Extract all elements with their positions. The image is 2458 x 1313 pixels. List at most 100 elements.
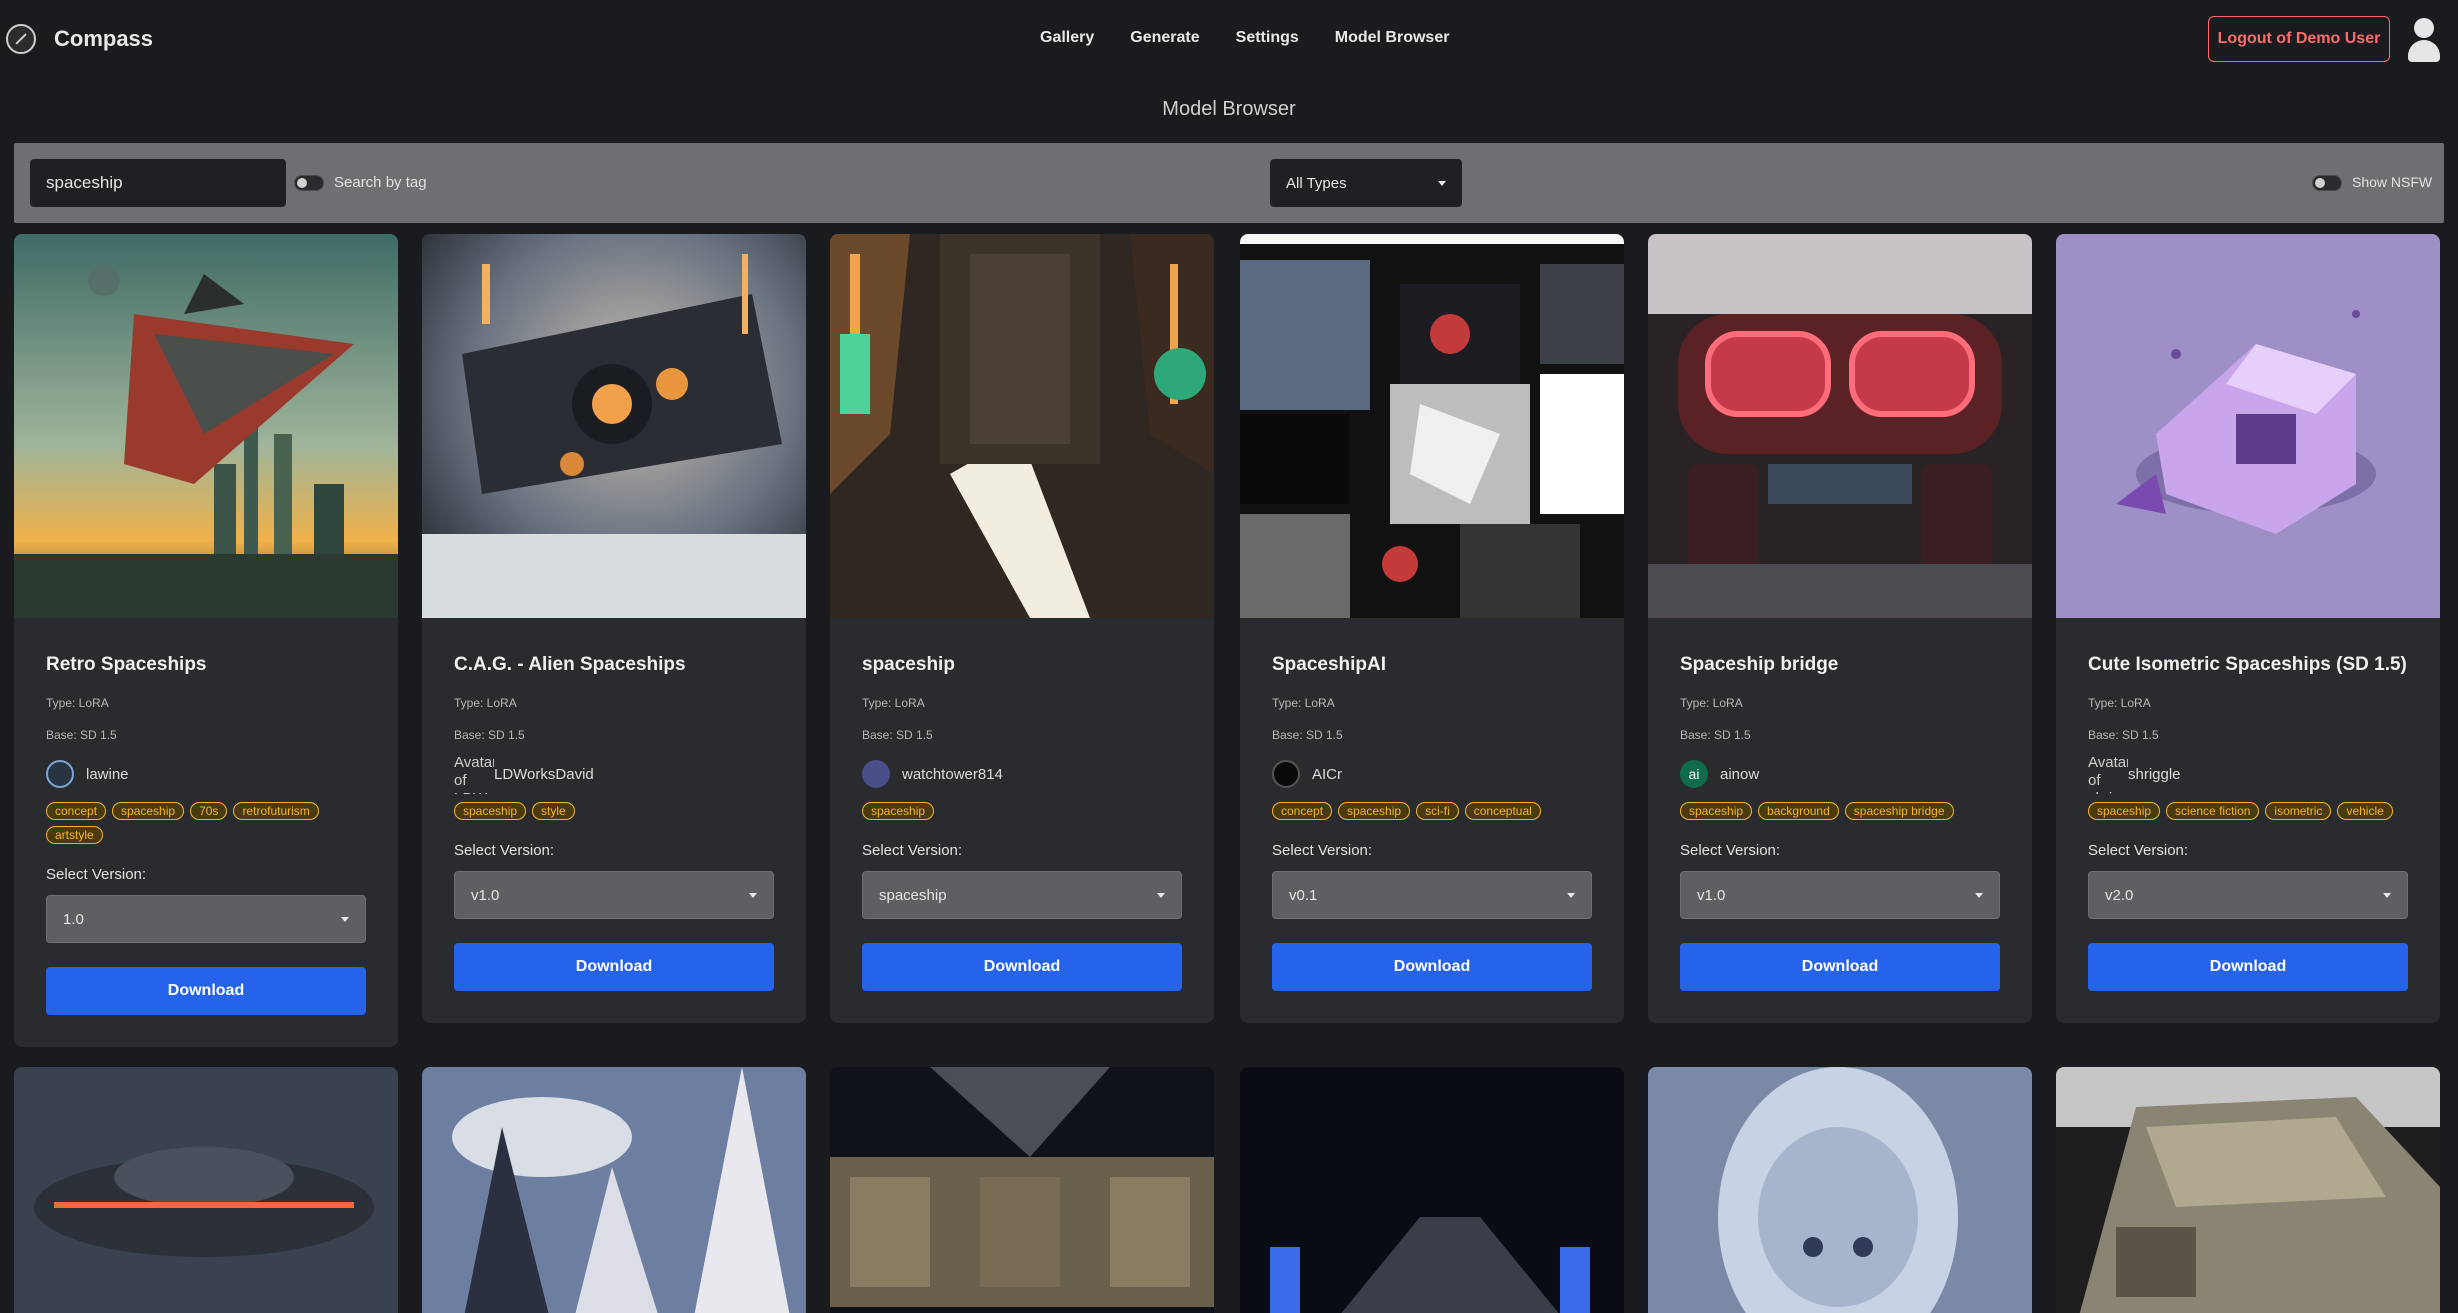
nav-model-browser[interactable]: Model Browser: [1335, 29, 1450, 47]
tag[interactable]: spaceship: [112, 802, 185, 820]
model-preview-image[interactable]: [830, 1067, 1214, 1313]
creator[interactable]: watchtower814: [862, 760, 1182, 788]
creator-name: LDWorksDavid: [494, 765, 594, 783]
creator-avatar: [862, 760, 890, 788]
model-card: C.A.G. - Alien Spaceships Type: LoRA Bas…: [422, 234, 806, 1023]
download-button[interactable]: Download: [1272, 943, 1592, 991]
creator-avatar-fallback: Avatar of LDWorksDavid: [454, 754, 494, 794]
tag[interactable]: isometric: [2265, 802, 2332, 820]
model-preview-image[interactable]: [2056, 1067, 2440, 1313]
tag[interactable]: retrofuturism: [233, 802, 319, 820]
version-value: v0.1: [1289, 886, 1318, 904]
version-label: Select Version:: [1272, 842, 1373, 859]
type-select[interactable]: All Types: [1270, 159, 1462, 207]
creator-name: shriggle: [2128, 765, 2181, 783]
model-base: Base: SD 1.5: [862, 728, 933, 742]
tag[interactable]: vehicle: [2337, 802, 2393, 820]
creator-name: ainow: [1720, 765, 1760, 783]
model-preview-image[interactable]: [1240, 1067, 1624, 1313]
model-preview-image[interactable]: [1648, 1067, 2032, 1313]
version-select[interactable]: 1.0: [46, 895, 366, 943]
search-input[interactable]: [30, 159, 286, 207]
filter-bar: Search by tag All Types Show NSFW: [14, 143, 2444, 223]
download-button[interactable]: Download: [2088, 943, 2408, 991]
model-title[interactable]: SpaceshipAI: [1272, 654, 1592, 676]
tag[interactable]: conceptual: [1464, 802, 1541, 820]
version-select[interactable]: v0.1: [1272, 871, 1592, 919]
nav-links: Gallery Generate Settings Model Browser: [1040, 29, 1485, 47]
download-button[interactable]: Download: [454, 943, 774, 991]
model-preview-image[interactable]: [830, 234, 1214, 618]
version-select[interactable]: v2.0: [2088, 871, 2408, 919]
tag[interactable]: spaceship bridge: [1844, 802, 1954, 820]
tag-list: spaceship science fiction isometric vehi…: [2088, 802, 2408, 820]
tag[interactable]: concept: [1272, 802, 1333, 820]
model-preview-image[interactable]: [422, 234, 806, 618]
creator[interactable]: AICr: [1272, 760, 1592, 788]
version-value: v2.0: [2105, 886, 2134, 904]
model-title[interactable]: Retro Spaceships: [46, 654, 366, 676]
chevron-down-icon: [1157, 893, 1165, 898]
model-type: Type: LoRA: [1680, 696, 1743, 710]
tag[interactable]: artstyle: [46, 826, 103, 844]
model-card: SpaceshipAI Type: LoRA Base: SD 1.5 AICr…: [1240, 234, 1624, 1023]
version-value: 1.0: [63, 910, 84, 928]
version-label: Select Version:: [454, 842, 555, 859]
version-label: Select Version:: [1680, 842, 1781, 859]
tag[interactable]: concept: [46, 802, 107, 820]
tag[interactable]: sci-fi: [1416, 802, 1459, 820]
nav-gallery[interactable]: Gallery: [1040, 29, 1094, 47]
model-title[interactable]: spaceship: [862, 654, 1182, 676]
model-type: Type: LoRA: [2088, 696, 2151, 710]
model-preview-image[interactable]: [1648, 234, 2032, 618]
version-select[interactable]: v1.0: [1680, 871, 2000, 919]
model-base: Base: SD 1.5: [2088, 728, 2159, 742]
compass-icon[interactable]: [6, 24, 36, 54]
page-title: Model Browser: [1162, 98, 1296, 120]
model-preview-image[interactable]: [422, 1067, 806, 1313]
search-by-tag-toggle[interactable]: [294, 175, 324, 191]
model-preview-image[interactable]: [1240, 234, 1624, 618]
version-select[interactable]: spaceship: [862, 871, 1182, 919]
type-select-value: All Types: [1286, 174, 1347, 192]
nav-settings[interactable]: Settings: [1236, 29, 1299, 47]
download-button[interactable]: Download: [862, 943, 1182, 991]
model-title[interactable]: Spaceship bridge: [1680, 654, 2000, 676]
chevron-down-icon: [2383, 893, 2391, 898]
tag[interactable]: 70s: [190, 802, 228, 820]
creator[interactable]: Avatar of shriggle shriggle: [2088, 754, 2408, 794]
logout-button[interactable]: Logout of Demo User: [2208, 16, 2390, 62]
app-name[interactable]: Compass: [54, 26, 153, 52]
model-preview-image[interactable]: [14, 1067, 398, 1313]
model-base: Base: SD 1.5: [1272, 728, 1343, 742]
tag[interactable]: background: [1758, 802, 1839, 820]
chevron-down-icon: [1975, 893, 1983, 898]
creator-avatar: ai: [1680, 760, 1708, 788]
chevron-down-icon: [1438, 181, 1446, 186]
version-label: Select Version:: [2088, 842, 2189, 859]
tag[interactable]: spaceship: [862, 802, 935, 820]
creator-name: watchtower814: [902, 765, 1003, 783]
tag[interactable]: science fiction: [2166, 802, 2260, 820]
model-title[interactable]: Cute Isometric Spaceships (SD 1.5): [2088, 654, 2408, 676]
search-by-tag-label: Search by tag: [334, 174, 427, 191]
tag[interactable]: spaceship: [454, 802, 527, 820]
model-preview-image[interactable]: [14, 234, 398, 618]
tag[interactable]: spaceship: [2088, 802, 2161, 820]
download-button[interactable]: Download: [1680, 943, 2000, 991]
model-base: Base: SD 1.5: [46, 728, 117, 742]
creator[interactable]: lawine: [46, 760, 366, 788]
nav-generate[interactable]: Generate: [1130, 29, 1199, 47]
creator[interactable]: ai ainow: [1680, 760, 2000, 788]
tag[interactable]: spaceship: [1338, 802, 1411, 820]
version-label: Select Version:: [862, 842, 963, 859]
model-preview-image[interactable]: [2056, 234, 2440, 618]
tag[interactable]: spaceship: [1680, 802, 1753, 820]
version-select[interactable]: v1.0: [454, 871, 774, 919]
user-avatar-icon[interactable]: [2406, 18, 2442, 64]
creator[interactable]: Avatar of LDWorksDavid LDWorksDavid: [454, 754, 774, 794]
show-nsfw-toggle[interactable]: [2312, 175, 2342, 191]
model-title[interactable]: C.A.G. - Alien Spaceships: [454, 654, 774, 676]
download-button[interactable]: Download: [46, 967, 366, 1015]
tag[interactable]: style: [532, 802, 575, 820]
